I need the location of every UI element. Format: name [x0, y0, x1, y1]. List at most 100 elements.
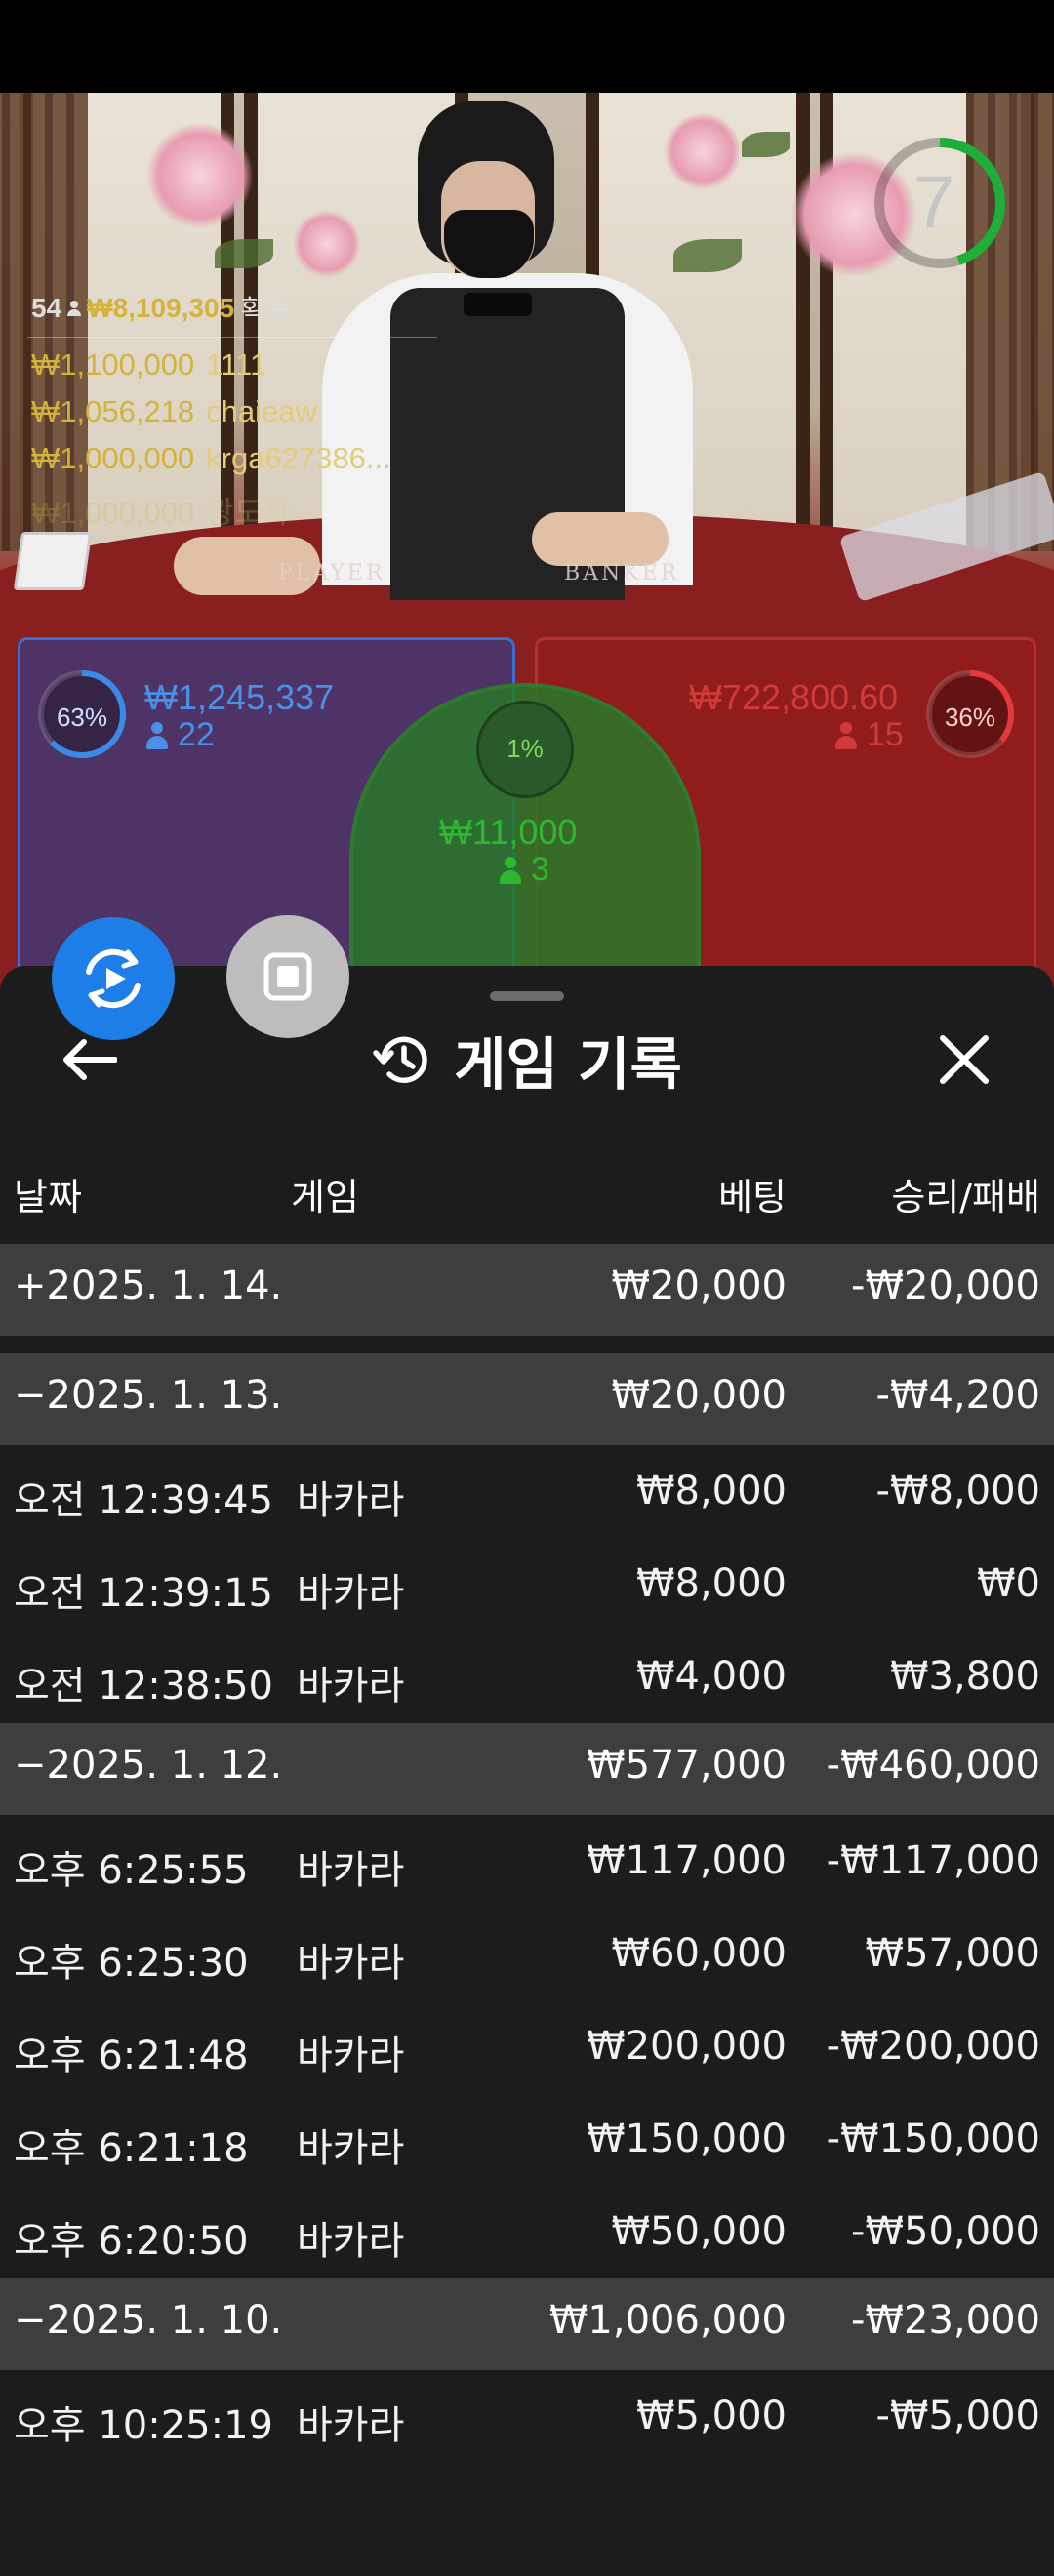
- day-group-header[interactable]: −2025. 1. 10. ₩1,006,000 -₩23,000: [0, 2278, 1054, 2370]
- row-game: 바카라: [297, 2219, 405, 2264]
- row-win-loss: -₩200,000: [826, 2024, 1040, 2069]
- winner-name: chaieaw: [206, 394, 317, 428]
- person-icon: [500, 856, 521, 884]
- history-row[interactable]: 오후 6:21:18 바카라 ₩150,000 -₩150,000: [0, 2093, 1054, 2186]
- count-value: 3: [531, 851, 549, 888]
- column-header-date: 날짜: [14, 1176, 82, 1219]
- banker-bettor-count: 15: [835, 716, 904, 754]
- winner-amount: ₩1,000,000: [31, 441, 195, 475]
- column-header-win-loss: 승리/패배: [891, 1176, 1040, 1219]
- arrow-left-icon: [63, 1039, 117, 1080]
- countdown-value: 7: [912, 161, 955, 244]
- game-history-sheet: 게임 기록 날짜 게임 베팅 승리/패배 +2025. 1. 14. ₩20,0…: [0, 966, 1054, 2576]
- day-win-loss-total: -₩23,000: [851, 2298, 1040, 2343]
- day-date: −2025. 1. 10.: [14, 2298, 283, 2343]
- dealer-bow-tie: [464, 293, 532, 316]
- row-bet: ₩150,000: [587, 2116, 787, 2161]
- day-win-loss-total: -₩20,000: [851, 1264, 1040, 1308]
- row-game: 바카라: [297, 1941, 405, 1986]
- sheet-title: 게임 기록: [454, 1031, 682, 1098]
- row-time: 오후 6:25:55: [14, 1848, 249, 1893]
- row-time: 오전 12:39:45: [14, 1478, 273, 1523]
- winner-name: krga627386...: [206, 441, 391, 475]
- history-row[interactable]: 오후 6:25:30 바카라 ₩60,000 ₩57,000: [0, 1908, 1054, 2000]
- row-time: 오후 6:20:50: [14, 2219, 249, 2264]
- leaf-decoration: [742, 132, 790, 157]
- close-button[interactable]: [929, 1025, 999, 1095]
- day-date: +2025. 1. 14.: [14, 1264, 283, 1308]
- leaf-decoration: [215, 239, 273, 268]
- row-bet: ₩8,000: [635, 1561, 787, 1606]
- sheet-drag-handle[interactable]: [490, 991, 564, 1001]
- history-row[interactable]: 오후 10:25:19 바카라 ₩5,000 -₩5,000: [0, 2370, 1054, 2463]
- player-bet-amount: ₩1,245,337: [144, 677, 335, 717]
- table-label-banker: BANKER: [564, 561, 680, 585]
- history-row[interactable]: 오후 6:21:48 바카라 ₩200,000 -₩200,000: [0, 2000, 1054, 2093]
- column-headers: 날짜 게임 베팅 승리/패배: [0, 1161, 1054, 1220]
- count-value: 15: [867, 716, 904, 753]
- day-group-header[interactable]: +2025. 1. 14. ₩20,000 -₩20,000: [0, 1244, 1054, 1336]
- row-game: 바카라: [297, 1848, 405, 1893]
- round-summary: 54 ₩8,109,305 획득: [31, 289, 291, 328]
- row-win-loss: ₩57,000: [865, 1931, 1040, 1976]
- flower-decoration: [293, 210, 361, 278]
- player-count: 54: [31, 293, 62, 323]
- winner-row: ₩1,000,000 krga627386...: [31, 441, 391, 476]
- row-bet: ₩60,000: [611, 1931, 787, 1976]
- leaf-decoration: [673, 239, 742, 272]
- day-win-loss-total: -₩460,000: [826, 1743, 1040, 1788]
- day-group-header[interactable]: −2025. 1. 13. ₩20,000 -₩4,200: [0, 1353, 1054, 1445]
- row-win-loss: ₩0: [977, 1561, 1040, 1606]
- row-bet: ₩117,000: [587, 1838, 787, 1883]
- mini-player-button[interactable]: [226, 915, 349, 1038]
- flower-decoration: [664, 112, 742, 190]
- row-bet: ₩4,000: [635, 1654, 787, 1699]
- history-list: +2025. 1. 14. ₩20,000 -₩20,000 −2025. 1.…: [0, 1244, 1054, 2463]
- live-video-button[interactable]: [52, 917, 175, 1040]
- square-stop-icon: [264, 952, 312, 1001]
- banker-percent: 36%: [944, 703, 996, 732]
- column-header-game: 게임: [291, 1176, 359, 1219]
- history-row[interactable]: 오전 12:39:15 바카라 ₩8,000 ₩0: [0, 1538, 1054, 1630]
- row-time: 오후 10:25:19: [14, 2403, 273, 2448]
- winner-row: ₩1,100,000 1111: [31, 347, 266, 382]
- row-win-loss: ₩3,800: [889, 1654, 1040, 1699]
- row-time: 오후 6:25:30: [14, 1941, 249, 1986]
- total-payout-label: 획득: [240, 295, 291, 325]
- row-game: 바카라: [297, 1478, 405, 1523]
- row-time: 오후 6:21:18: [14, 2126, 249, 2171]
- status-bar: [0, 0, 1054, 93]
- history-row[interactable]: 오후 6:20:50 바카라 ₩50,000 -₩50,000: [0, 2186, 1054, 2278]
- tie-bet-amount: ₩11,000: [439, 812, 578, 852]
- tie-bettor-count: 3: [500, 851, 549, 889]
- table-label-player: PLAYER: [278, 561, 385, 585]
- dealer-mask: [444, 210, 534, 278]
- winner-name: 1111: [206, 347, 267, 382]
- winner-amount: ₩1,100,000: [31, 347, 195, 382]
- winner-row: ₩1,000,000 광도사: [31, 488, 290, 532]
- history-row[interactable]: 오전 12:39:45 바카라 ₩8,000 -₩8,000: [0, 1445, 1054, 1538]
- row-bet: ₩200,000: [587, 2024, 787, 2069]
- row-bet: ₩50,000: [611, 2209, 787, 2254]
- flower-decoration: [146, 122, 254, 229]
- tie-percent: 1%: [507, 734, 544, 763]
- day-bet-total: ₩20,000: [611, 1264, 787, 1308]
- day-date: −2025. 1. 13.: [14, 1373, 283, 1418]
- row-win-loss: -₩117,000: [826, 1838, 1040, 1883]
- winner-row: ₩1,056,218 chaieaw: [31, 394, 317, 429]
- divider: [27, 337, 437, 338]
- row-game: 바카라: [297, 2033, 405, 2078]
- row-game: 바카라: [297, 2403, 405, 2448]
- row-time: 오전 12:38:50: [14, 1664, 273, 1709]
- row-bet: ₩5,000: [635, 2394, 787, 2438]
- row-game: 바카라: [297, 1571, 405, 1616]
- person-icon: [835, 721, 857, 749]
- winner-amount: ₩1,000,000: [31, 496, 195, 530]
- player-bettor-count: 22: [146, 716, 215, 754]
- history-row[interactable]: 오전 12:38:50 바카라 ₩4,000 ₩3,800: [0, 1630, 1054, 1723]
- day-group-header[interactable]: −2025. 1. 12. ₩577,000 -₩460,000: [0, 1723, 1054, 1815]
- history-row[interactable]: 오후 6:25:55 바카라 ₩117,000 -₩117,000: [0, 1815, 1054, 1908]
- person-icon: [67, 301, 82, 316]
- close-icon: [940, 1035, 989, 1084]
- day-bet-total: ₩20,000: [611, 1373, 787, 1418]
